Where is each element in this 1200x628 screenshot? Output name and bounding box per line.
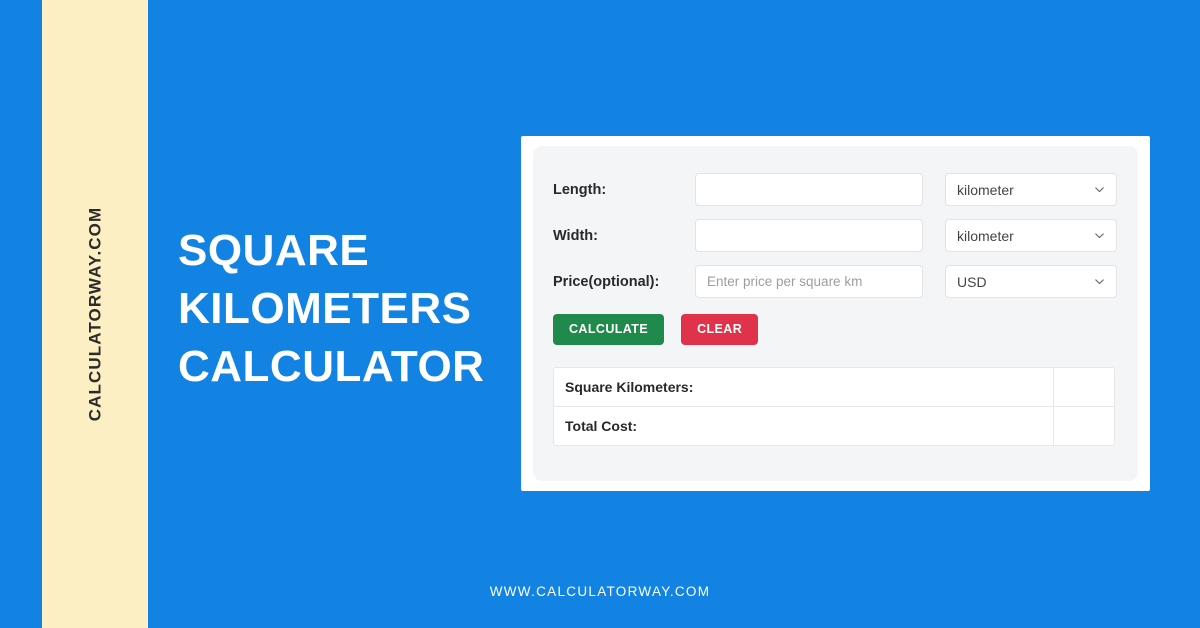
clear-button[interactable]: CLEAR <box>681 314 759 345</box>
poster-canvas: CALCULATORWAY.COM Square Kilometers Calc… <box>0 0 1200 628</box>
form-row-price: Price(optional): Enter price per square … <box>553 265 1125 298</box>
calculator-panel: Length: kilometer Width: kilometer Price… <box>533 146 1138 481</box>
square-kilometers-value <box>1054 368 1114 406</box>
length-label: Length: <box>553 181 607 198</box>
width-unit-value: kilometer <box>957 227 1014 244</box>
square-kilometers-label: Square Kilometers: <box>554 368 1054 406</box>
chevron-down-icon <box>1094 230 1105 241</box>
calculator-card: Length: kilometer Width: kilometer Price… <box>521 136 1150 491</box>
length-unit-value: kilometer <box>957 181 1014 198</box>
action-buttons: CALCULATE CLEAR <box>553 314 1125 345</box>
chevron-down-icon <box>1094 276 1105 287</box>
table-row: Square Kilometers: <box>554 368 1114 406</box>
price-input[interactable]: Enter price per square km <box>695 265 923 298</box>
price-label: Price(optional): <box>553 273 660 290</box>
calculate-button[interactable]: CALCULATE <box>553 314 665 345</box>
calculator-form: Length: kilometer Width: kilometer Price… <box>553 173 1125 446</box>
currency-select[interactable]: USD <box>945 265 1117 298</box>
length-unit-select[interactable]: kilometer <box>945 173 1117 206</box>
form-row-length: Length: kilometer <box>553 173 1125 206</box>
currency-value: USD <box>957 273 987 290</box>
form-row-width: Width: kilometer <box>553 219 1125 252</box>
results-table: Square Kilometers: Total Cost: <box>553 367 1115 446</box>
total-cost-label: Total Cost: <box>554 407 1054 445</box>
page-title: Square Kilometers Calculator <box>178 226 485 391</box>
length-input[interactable] <box>695 173 923 206</box>
vertical-brand-label: CALCULATORWAY.COM <box>85 206 104 422</box>
footer-url: WWW.CALCULATORWAY.COM <box>489 584 711 599</box>
chevron-down-icon <box>1094 184 1105 195</box>
width-input[interactable] <box>695 219 923 252</box>
table-row: Total Cost: <box>554 406 1114 445</box>
width-unit-select[interactable]: kilometer <box>945 219 1117 252</box>
width-label: Width: <box>553 227 598 244</box>
vertical-brand-text: CALCULATORWAY.COM <box>42 0 148 628</box>
total-cost-value <box>1054 407 1114 445</box>
